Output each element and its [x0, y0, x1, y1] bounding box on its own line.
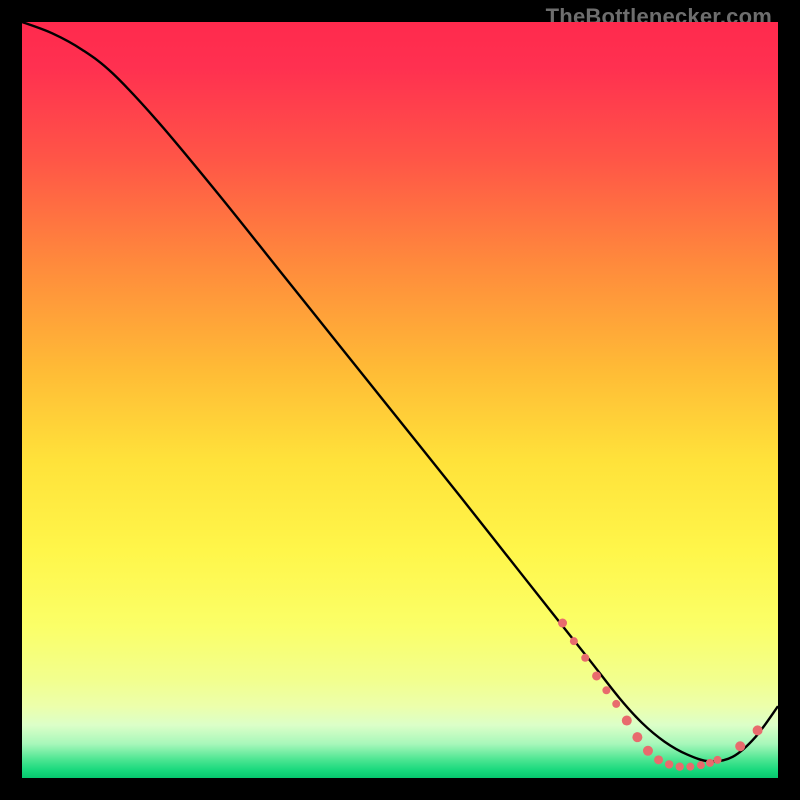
chart-marker-dot [570, 637, 578, 645]
chart-frame [22, 22, 778, 778]
chart-marker-dot [686, 763, 694, 771]
chart-marker-dot [602, 686, 610, 694]
chart-marker-dot [581, 654, 589, 662]
chart-marker-dot [676, 762, 684, 770]
chart-marker-dot [592, 671, 601, 680]
chart-marker-dot [753, 725, 763, 735]
chart-marker-dot [706, 759, 714, 767]
chart-marker-dot [735, 741, 745, 751]
chart-marker-dot [558, 619, 567, 628]
chart-marker-dot [632, 732, 642, 742]
chart-background [22, 22, 778, 778]
chart-marker-dot [714, 756, 722, 764]
chart-marker-dot [654, 755, 663, 764]
chart-marker-dot [612, 700, 620, 708]
chart-marker-dot [622, 716, 632, 726]
chart-marker-dot [643, 746, 653, 756]
chart-svg [22, 22, 778, 778]
chart-marker-dot [697, 761, 705, 769]
chart-marker-dot [665, 760, 673, 768]
